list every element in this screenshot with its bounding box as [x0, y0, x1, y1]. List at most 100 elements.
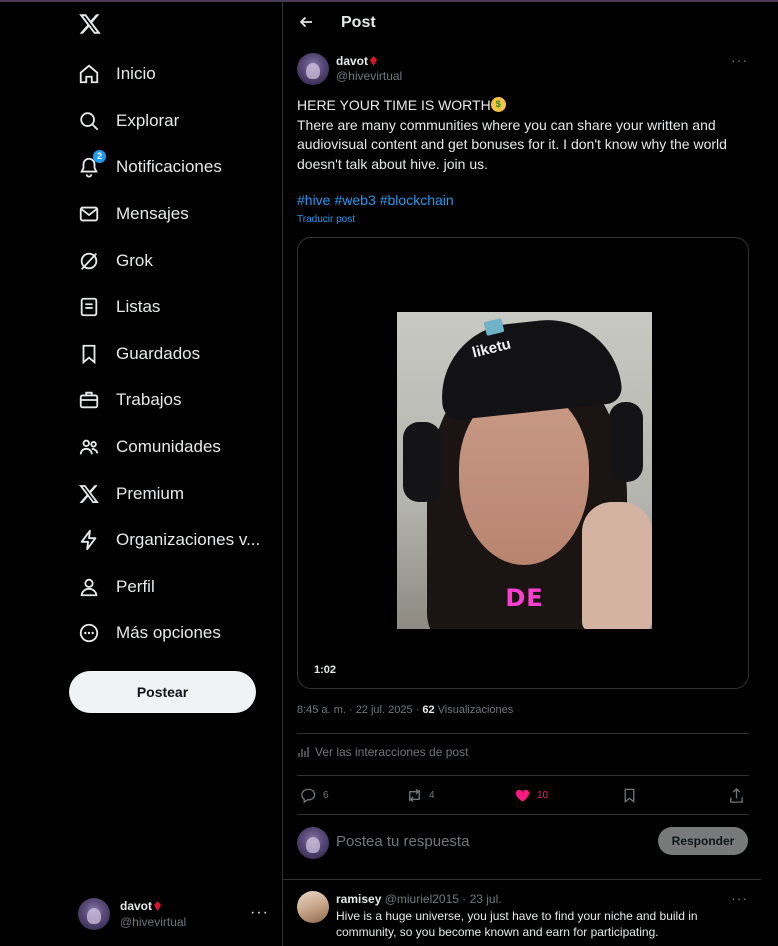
sidebar-item-label: Listas: [116, 297, 161, 316]
post-interactions-link[interactable]: Ver las interacciones de post: [297, 745, 468, 759]
author-handle[interactable]: @hivevirtual: [336, 69, 402, 83]
sidebar-item-label: Premium: [116, 484, 185, 503]
comment-author[interactable]: ramisey: [336, 892, 381, 906]
back-arrow-icon[interactable]: [298, 14, 314, 30]
account-handle: @hivevirtual: [120, 915, 187, 929]
post-body: There are many communities where you can…: [297, 116, 727, 172]
sidebar-item-label: Trabajos: [116, 390, 182, 409]
more-circle-icon: [78, 622, 100, 644]
sidebar-item-mensajes[interactable]: Mensajes: [78, 199, 189, 229]
reply-count: 6: [323, 789, 329, 801]
mail-icon: [78, 203, 100, 225]
account-switcher[interactable]: davot @hivevirtual ···: [78, 896, 273, 932]
reply-submit-button[interactable]: Responder: [658, 827, 748, 855]
bookmark-icon: [78, 343, 100, 365]
repost-count: 4: [429, 789, 435, 801]
money-mouth-emoji-icon: [490, 97, 506, 112]
x-logo-icon[interactable]: [78, 12, 102, 36]
repost-icon: [409, 788, 420, 802]
post-headline: HERE YOUR TIME IS WORTH: [297, 97, 491, 113]
like-count: 10: [537, 789, 549, 801]
sidebar-item-comunidades[interactable]: Comunidades: [78, 432, 221, 462]
sidebar-item-notificaciones[interactable]: 2 Notificaciones: [78, 150, 222, 182]
bookmark-icon: [624, 788, 635, 803]
search-icon: [78, 110, 100, 132]
avatar: [297, 827, 329, 859]
account-name: davot: [120, 899, 153, 913]
divider: [297, 814, 749, 815]
author-name[interactable]: davot: [336, 54, 368, 68]
comment-header: ramisey @miuriel2015 · 23 jul.: [336, 892, 502, 906]
analytics-icon: [298, 747, 309, 757]
hashtag-link[interactable]: #hive: [297, 192, 330, 208]
sidebar-item-inicio[interactable]: Inicio: [78, 59, 156, 89]
grok-icon: [78, 250, 100, 272]
diamond-icon: [370, 56, 378, 66]
sidebar-item-guardados[interactable]: Guardados: [78, 339, 200, 369]
sidebar-item-label: Más opciones: [116, 623, 221, 642]
hashtag-link[interactable]: #web3: [334, 192, 375, 208]
like-button[interactable]: 10: [514, 785, 548, 805]
share-button[interactable]: [728, 785, 751, 805]
briefcase-icon: [78, 389, 100, 411]
divider: [297, 733, 749, 734]
sidebar-item-label: Inicio: [116, 64, 156, 83]
comment-text: Hive is a huge universe, you just have t…: [336, 909, 698, 939]
interactions-label[interactable]: Ver las interacciones de post: [315, 745, 468, 759]
sidebar: Inicio Explorar 2 Notificaciones Mensaje…: [0, 2, 283, 946]
diamond-icon: [154, 901, 162, 911]
people-icon: [78, 436, 100, 458]
x-logo-icon: [78, 483, 100, 505]
person-icon: [78, 576, 100, 598]
post-meta: 8:45 a. m. · 22 jul. 2025 · 62 Visualiza…: [297, 704, 513, 716]
divider: [297, 775, 749, 776]
divider: [283, 879, 761, 880]
sidebar-item-label: Perfil: [116, 577, 155, 596]
page-title: Post: [341, 14, 376, 31]
sidebar-item-mas-opciones[interactable]: Más opciones: [78, 618, 221, 648]
translate-link[interactable]: Traducir post: [297, 214, 355, 225]
reply-icon: [301, 788, 316, 803]
sidebar-item-label: Comunidades: [116, 437, 221, 456]
hashtags: #hive #web3 #blockchain: [297, 192, 458, 208]
post-timestamp[interactable]: 8:45 a. m. · 22 jul. 2025 ·: [297, 704, 422, 716]
sidebar-item-grok[interactable]: Grok: [78, 246, 153, 276]
views-count: 62: [422, 704, 435, 716]
sidebar-item-premium[interactable]: Premium: [78, 479, 184, 509]
sidebar-item-perfil[interactable]: Perfil: [78, 572, 155, 602]
sidebar-item-label: Explorar: [116, 111, 180, 130]
sidebar-item-explorar[interactable]: Explorar: [78, 106, 179, 136]
hashtag-link[interactable]: #blockchain: [380, 192, 454, 208]
avatar[interactable]: [297, 891, 329, 923]
more-icon[interactable]: ···: [731, 890, 748, 906]
heart-filled-icon: [515, 789, 530, 802]
video-caption: DE: [505, 584, 544, 612]
list-icon: [78, 296, 100, 318]
avatar[interactable]: [297, 53, 329, 85]
sidebar-item-trabajos[interactable]: Trabajos: [78, 385, 182, 415]
sidebar-item-label: Notificaciones: [116, 157, 222, 176]
post-button[interactable]: Postear: [69, 671, 256, 713]
bell-icon: 2: [78, 150, 106, 178]
comment-handle-time: @miuriel2015 · 23 jul.: [381, 892, 502, 906]
sidebar-item-label: Guardados: [116, 344, 201, 363]
share-icon: [730, 787, 743, 803]
video-frame[interactable]: liketu DE: [397, 312, 652, 629]
views-label: Visualizaciones: [434, 704, 514, 716]
reply-input[interactable]: Postea tu respuesta: [336, 833, 469, 850]
video-duration: 1:02: [308, 663, 343, 677]
more-icon[interactable]: ···: [250, 904, 269, 922]
sidebar-item-label: Mensajes: [116, 204, 189, 223]
video-player[interactable]: liketu DE 1:02: [297, 237, 749, 689]
avatar: [78, 898, 110, 930]
reply-button[interactable]: 6: [300, 785, 329, 805]
sidebar-item-listas[interactable]: Listas: [78, 292, 160, 322]
bookmark-button[interactable]: [621, 785, 644, 805]
sidebar-item-organizaciones[interactable]: Organizaciones v...: [78, 525, 260, 555]
home-icon: [78, 63, 100, 85]
repost-button[interactable]: 4: [406, 785, 435, 805]
notification-badge: 2: [93, 150, 106, 163]
post-detail: Post davot @hivevirtual ··· HERE YOUR TI…: [283, 2, 762, 946]
more-icon[interactable]: ···: [731, 52, 748, 68]
sidebar-item-label: Organizaciones v...: [116, 530, 261, 549]
